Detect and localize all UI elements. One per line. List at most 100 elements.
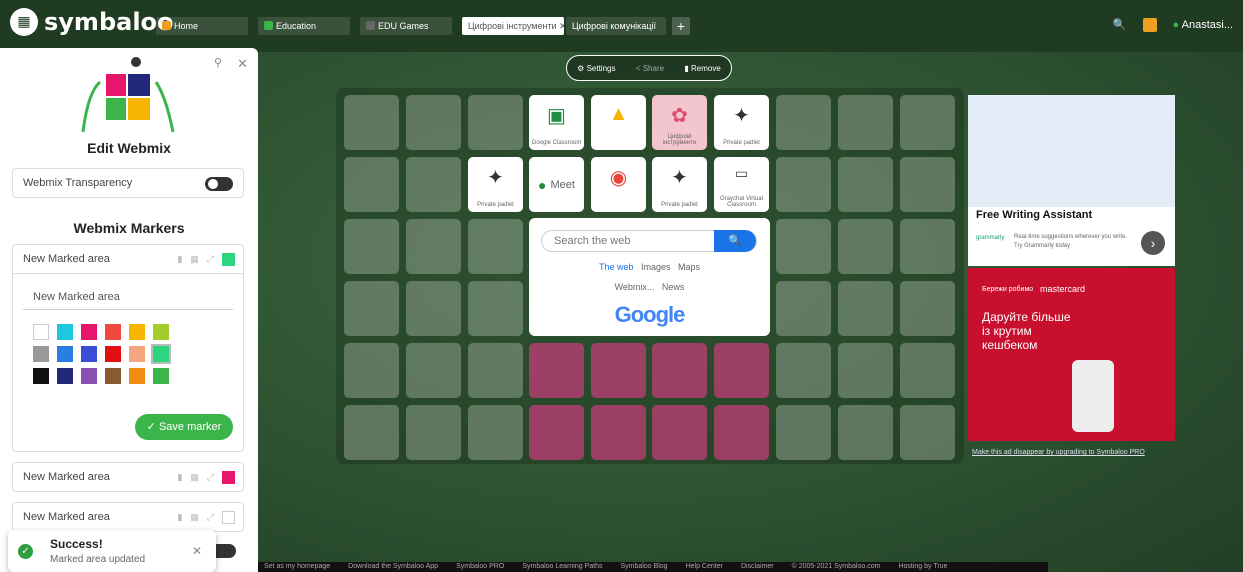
empty-tile[interactable] bbox=[406, 343, 461, 398]
empty-tile[interactable] bbox=[406, 405, 461, 460]
empty-tile[interactable] bbox=[900, 95, 955, 150]
ad-remove-link[interactable]: Make this ad disappear by upgrading to S… bbox=[972, 449, 1145, 456]
marked-empty-tile[interactable] bbox=[591, 343, 646, 398]
close-tab-icon[interactable]: ✕ bbox=[559, 21, 564, 31]
marker-color-swatch[interactable] bbox=[222, 471, 235, 484]
expand-icon[interactable]: ⤢ bbox=[207, 512, 214, 523]
mail-icon[interactable] bbox=[1142, 18, 1157, 32]
color-swatch[interactable] bbox=[57, 368, 73, 384]
empty-tile[interactable] bbox=[776, 343, 831, 398]
user-menu[interactable]: ● Anastasi... bbox=[1173, 19, 1233, 31]
pin-icon[interactable]: ⚲ bbox=[214, 56, 222, 69]
option-news[interactable]: News bbox=[662, 282, 685, 292]
empty-tile[interactable] bbox=[776, 219, 831, 274]
color-swatch[interactable] bbox=[105, 368, 121, 384]
marked-empty-tile[interactable] bbox=[529, 405, 584, 460]
share-button[interactable]: < Share bbox=[636, 64, 664, 73]
color-swatch[interactable] bbox=[57, 346, 73, 362]
tab-home[interactable]: Home bbox=[156, 17, 248, 35]
search-button[interactable]: 🔍 bbox=[714, 230, 756, 252]
color-swatch[interactable] bbox=[33, 324, 49, 340]
color-swatch[interactable] bbox=[129, 324, 145, 340]
color-swatch[interactable] bbox=[105, 346, 121, 362]
empty-tile[interactable] bbox=[838, 343, 893, 398]
close-toast-icon[interactable]: ✕ bbox=[192, 544, 202, 558]
option-webmix[interactable]: Webmix... bbox=[615, 282, 655, 292]
apps-grid-icon[interactable]: ▦ bbox=[10, 8, 38, 36]
empty-tile[interactable] bbox=[468, 95, 523, 150]
empty-tile[interactable] bbox=[838, 281, 893, 336]
marked-empty-tile[interactable] bbox=[652, 405, 707, 460]
empty-tile[interactable] bbox=[838, 219, 893, 274]
color-swatch-selected[interactable] bbox=[151, 344, 171, 364]
empty-tile[interactable] bbox=[468, 219, 523, 274]
color-swatch[interactable] bbox=[153, 368, 169, 384]
empty-tile[interactable] bbox=[900, 219, 955, 274]
grammarly-ad[interactable]: Free Writing Assistant grammarly Real-ti… bbox=[968, 95, 1175, 266]
delete-icon[interactable]: ▮ bbox=[177, 254, 182, 265]
empty-tile[interactable] bbox=[468, 343, 523, 398]
marker-row[interactable]: New Marked area ▮ ▦ ⤢ bbox=[12, 502, 244, 532]
empty-tile[interactable] bbox=[776, 405, 831, 460]
tile-private-padlet[interactable]: ✦ Private padlet bbox=[714, 95, 769, 150]
symbaloo-logo[interactable]: ▦ symbaloo bbox=[10, 8, 174, 36]
delete-icon[interactable]: ▮ bbox=[177, 512, 182, 523]
color-swatch[interactable] bbox=[129, 346, 145, 362]
tile-graychat[interactable]: ▭ Graychat Virtual Classroom bbox=[714, 157, 769, 212]
tab-edu-games[interactable]: EDU Games bbox=[360, 17, 452, 35]
empty-tile[interactable] bbox=[838, 405, 893, 460]
empty-tile[interactable] bbox=[344, 405, 399, 460]
remove-button[interactable]: ▮ Remove bbox=[684, 64, 720, 73]
marked-empty-tile[interactable] bbox=[591, 405, 646, 460]
empty-tile[interactable] bbox=[900, 405, 955, 460]
tile-private-padlet[interactable]: ✦ Private padlet bbox=[468, 157, 523, 212]
color-swatch[interactable] bbox=[57, 324, 73, 340]
empty-tile[interactable] bbox=[468, 405, 523, 460]
expand-icon[interactable]: ⤢ bbox=[207, 472, 214, 483]
empty-tile[interactable] bbox=[838, 95, 893, 150]
settings-button[interactable]: ⚙ Settings bbox=[577, 64, 615, 73]
add-tab-button[interactable]: + bbox=[672, 17, 690, 35]
chevron-right-icon[interactable]: › bbox=[1141, 231, 1165, 255]
empty-tile[interactable] bbox=[406, 281, 461, 336]
marker-color-swatch[interactable] bbox=[222, 511, 235, 524]
color-swatch[interactable] bbox=[33, 368, 49, 384]
color-swatch[interactable] bbox=[81, 324, 97, 340]
close-icon[interactable]: ✕ bbox=[237, 56, 248, 72]
empty-tile[interactable] bbox=[406, 157, 461, 212]
color-swatch[interactable] bbox=[81, 368, 97, 384]
empty-tile[interactable] bbox=[344, 95, 399, 150]
empty-tile[interactable] bbox=[776, 281, 831, 336]
empty-tile[interactable] bbox=[468, 281, 523, 336]
marker-name-input[interactable]: New Marked area bbox=[23, 284, 233, 310]
empty-tile[interactable] bbox=[344, 343, 399, 398]
tile-google-maps[interactable]: ◉ bbox=[591, 157, 646, 212]
empty-tile[interactable] bbox=[900, 343, 955, 398]
option-web[interactable]: The web bbox=[599, 262, 634, 272]
empty-tile[interactable] bbox=[406, 219, 461, 274]
search-input[interactable]: Search the web 🔍 bbox=[541, 230, 757, 252]
tile-digital-tools[interactable]: ✿ Цифрові інструменти bbox=[652, 95, 707, 150]
save-marker-button[interactable]: ✓ Save marker bbox=[135, 414, 233, 440]
empty-tile[interactable] bbox=[776, 157, 831, 212]
option-maps[interactable]: Maps bbox=[678, 262, 700, 272]
grid-icon[interactable]: ▦ bbox=[190, 512, 199, 523]
empty-tile[interactable] bbox=[406, 95, 461, 150]
marked-empty-tile[interactable] bbox=[714, 343, 769, 398]
tab-education[interactable]: Education bbox=[258, 17, 350, 35]
tile-private-padlet[interactable]: ✦ Private padlet bbox=[652, 157, 707, 212]
tile-meet[interactable]: ● Meet bbox=[529, 157, 584, 212]
search-icon[interactable]: 🔍 bbox=[1113, 18, 1127, 32]
delete-icon[interactable]: ▮ bbox=[177, 472, 182, 483]
empty-tile[interactable] bbox=[344, 157, 399, 212]
empty-tile[interactable] bbox=[900, 157, 955, 212]
marked-empty-tile[interactable] bbox=[714, 405, 769, 460]
color-swatch[interactable] bbox=[33, 346, 49, 362]
option-images[interactable]: Images bbox=[641, 262, 671, 272]
empty-tile[interactable] bbox=[776, 95, 831, 150]
empty-tile[interactable] bbox=[344, 219, 399, 274]
tile-google-classroom[interactable]: ▣ Google Classroom bbox=[529, 95, 584, 150]
marked-empty-tile[interactable] bbox=[529, 343, 584, 398]
marker-row[interactable]: New Marked area ▮ ▦ ⤢ bbox=[12, 244, 244, 274]
empty-tile[interactable] bbox=[838, 157, 893, 212]
